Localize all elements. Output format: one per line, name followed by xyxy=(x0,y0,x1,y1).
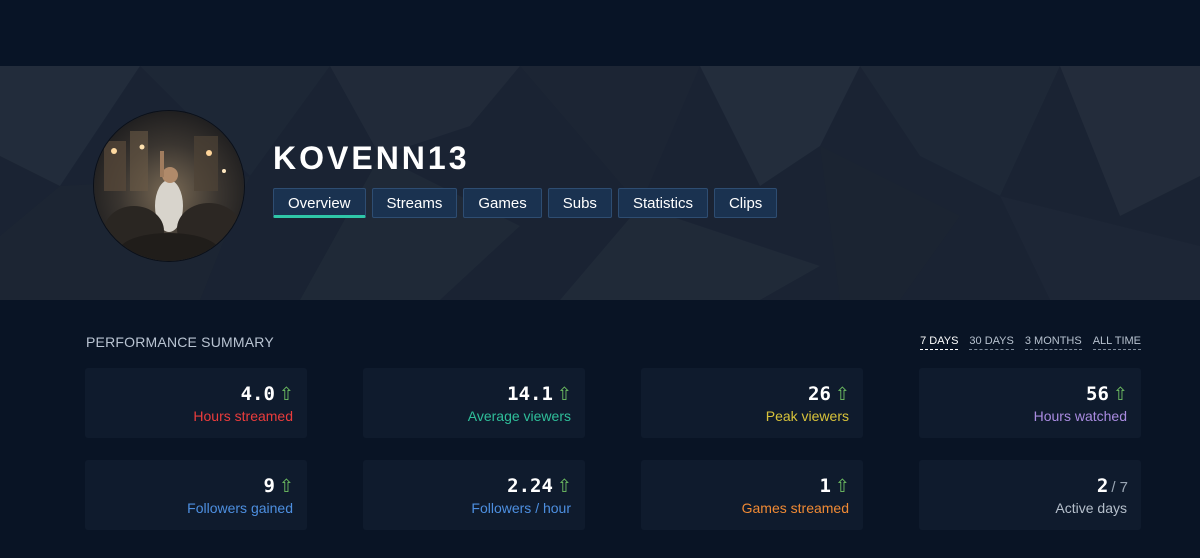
range-3-months[interactable]: 3 MONTHS xyxy=(1024,335,1082,350)
stat-card-games-streamed: 1 ⇧ Games streamed xyxy=(641,460,863,530)
tab-streams[interactable]: Streams xyxy=(371,188,458,218)
performance-summary-title: PERFORMANCE SUMMARY xyxy=(86,334,274,350)
range-all-time[interactable]: ALL TIME xyxy=(1092,335,1141,350)
stat-card-followers-gained: 9 ⇧ Followers gained xyxy=(85,460,307,530)
tab-subs[interactable]: Subs xyxy=(547,188,612,218)
stat-value: 2 xyxy=(1096,475,1109,497)
stat-label: Followers gained xyxy=(187,500,293,516)
range-30-days[interactable]: 30 DAYS xyxy=(969,335,1014,350)
stat-card-active-days: 2/ 7 Active days xyxy=(919,460,1141,530)
channel-name: KOVENN13 xyxy=(273,140,470,176)
tab-games[interactable]: Games xyxy=(463,188,542,218)
avatar-image xyxy=(94,111,244,261)
avatar xyxy=(93,110,245,262)
arrow-up-icon: ⇧ xyxy=(278,384,294,405)
stat-card-hours-watched: 56 ⇧ Hours watched xyxy=(919,368,1141,438)
stat-label: Hours streamed xyxy=(193,408,293,424)
stat-label: Games streamed xyxy=(741,500,849,516)
stat-value: 9 xyxy=(263,475,275,497)
arrow-up-icon: ⇧ xyxy=(834,476,850,497)
stat-value: 26 xyxy=(808,383,831,405)
channel-tabs: Overview Streams Games Subs Statistics C… xyxy=(273,188,778,218)
stat-card-peak-viewers: 26 ⇧ Peak viewers xyxy=(641,368,863,438)
stat-label: Hours watched xyxy=(1033,408,1127,424)
stat-value: 2.24 xyxy=(507,475,553,497)
stat-label: Followers / hour xyxy=(471,500,571,516)
arrow-up-icon: ⇧ xyxy=(556,476,572,497)
tab-statistics[interactable]: Statistics xyxy=(617,188,708,218)
time-range-selector: 7 DAYS 30 DAYS 3 MONTHS ALL TIME xyxy=(920,335,1141,350)
stat-value: 14.1 xyxy=(507,383,553,405)
stat-denominator: / 7 xyxy=(1111,479,1128,496)
stat-value: 56 xyxy=(1086,383,1109,405)
arrow-up-icon: ⇧ xyxy=(1112,384,1128,405)
stat-card-followers-per-hour: 2.24 ⇧ Followers / hour xyxy=(363,460,585,530)
tab-overview[interactable]: Overview xyxy=(273,188,366,218)
stat-card-hours-streamed: 4.0 ⇧ Hours streamed xyxy=(85,368,307,438)
arrow-up-icon: ⇧ xyxy=(278,476,294,497)
stat-value: 4.0 xyxy=(240,383,275,405)
stat-label: Peak viewers xyxy=(765,408,849,424)
stat-card-average-viewers: 14.1 ⇧ Average viewers xyxy=(363,368,585,438)
top-bar xyxy=(0,0,1200,66)
stat-value: 1 xyxy=(819,475,831,497)
range-7-days[interactable]: 7 DAYS xyxy=(920,335,959,350)
arrow-up-icon: ⇧ xyxy=(556,384,572,405)
stat-label: Average viewers xyxy=(467,408,571,424)
tab-clips[interactable]: Clips xyxy=(713,188,778,218)
stat-label: Active days xyxy=(1055,500,1127,516)
arrow-up-icon: ⇧ xyxy=(834,384,850,405)
